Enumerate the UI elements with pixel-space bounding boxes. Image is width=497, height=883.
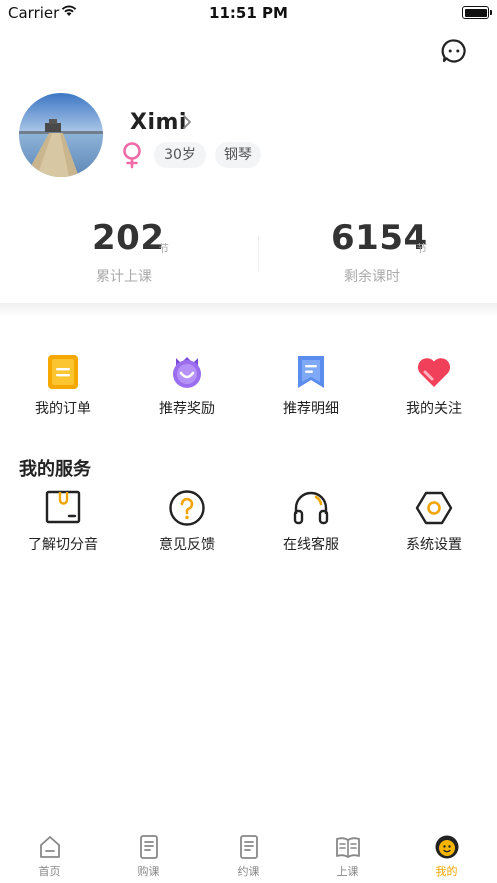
- remaining-label: 剩余课时: [344, 269, 400, 285]
- tab-profile[interactable]: 我的: [397, 834, 496, 879]
- avatar[interactable]: [19, 93, 103, 177]
- attend-class-icon: [335, 837, 360, 858]
- tab-label: 约课: [237, 865, 260, 878]
- services-title: 我的服务: [19, 459, 91, 480]
- service-label: 了解切分音: [28, 537, 98, 553]
- quick-action-label: 我的关注: [406, 401, 462, 417]
- tab-buy-course[interactable]: 购课: [99, 834, 198, 879]
- service-feedback[interactable]: 意见反馈: [125, 488, 249, 554]
- chevron-right-icon[interactable]: [182, 114, 192, 130]
- status-time: 11:51 PM: [209, 4, 288, 22]
- tab-label: 我的: [435, 865, 458, 878]
- service-settings[interactable]: 系统设置: [372, 488, 496, 554]
- battery-icon: [462, 6, 492, 19]
- quick-action-referral-reward[interactable]: 推荐奖励: [125, 352, 249, 418]
- settings-icon: [415, 491, 453, 525]
- service-label: 系统设置: [406, 537, 462, 553]
- message-icon[interactable]: [441, 38, 467, 64]
- quick-action-follows[interactable]: 我的关注: [372, 352, 496, 418]
- service-online-support[interactable]: 在线客服: [249, 488, 373, 554]
- tab-bar: 首页 购课 约课 上课 我的: [0, 826, 497, 883]
- attended-label: 累计上课: [96, 269, 152, 285]
- status-bar: Carrier 11:51 PM: [0, 0, 497, 28]
- tab-label: 上课: [336, 865, 359, 878]
- referral-details-icon: [298, 356, 324, 388]
- stats-divider: [258, 236, 259, 272]
- quick-action-orders[interactable]: 我的订单: [1, 352, 125, 418]
- profile-name[interactable]: Ximi: [130, 110, 187, 135]
- profile-icon: [435, 835, 458, 859]
- tab-label: 购课: [137, 865, 160, 878]
- quick-action-label: 推荐明细: [283, 401, 339, 417]
- home-icon: [39, 836, 60, 858]
- instrument-badge: 钢琴: [215, 142, 261, 168]
- book-class-icon: [239, 835, 258, 859]
- quick-action-label: 推荐奖励: [159, 401, 215, 417]
- service-label: 在线客服: [283, 537, 339, 553]
- service-label: 意见反馈: [159, 537, 215, 553]
- quick-action-referral-details[interactable]: 推荐明细: [249, 352, 373, 418]
- tab-attend-class[interactable]: 上课: [298, 834, 397, 879]
- tab-book-class[interactable]: 约课: [199, 834, 298, 879]
- referral-reward-icon: [173, 357, 201, 388]
- feedback-icon: [169, 490, 205, 526]
- avatar-photo: [19, 93, 103, 177]
- age-badge: 30岁: [154, 142, 206, 168]
- headset-icon: [293, 491, 329, 525]
- female-icon: [123, 142, 141, 169]
- orders-icon: [48, 355, 78, 389]
- buy-course-icon: [139, 835, 158, 859]
- tab-home[interactable]: 首页: [0, 834, 99, 879]
- section-divider: [0, 303, 497, 317]
- service-syncopation[interactable]: 了解切分音: [1, 488, 125, 554]
- attended-unit: 节: [158, 242, 169, 255]
- tab-label: 首页: [38, 865, 61, 878]
- heart-icon: [417, 358, 451, 387]
- syncopation-icon: [45, 490, 81, 524]
- remaining-unit: 节: [416, 242, 427, 255]
- quick-action-label: 我的订单: [35, 401, 91, 417]
- remaining-count: 6154: [331, 218, 428, 258]
- attended-count: 202: [92, 218, 165, 258]
